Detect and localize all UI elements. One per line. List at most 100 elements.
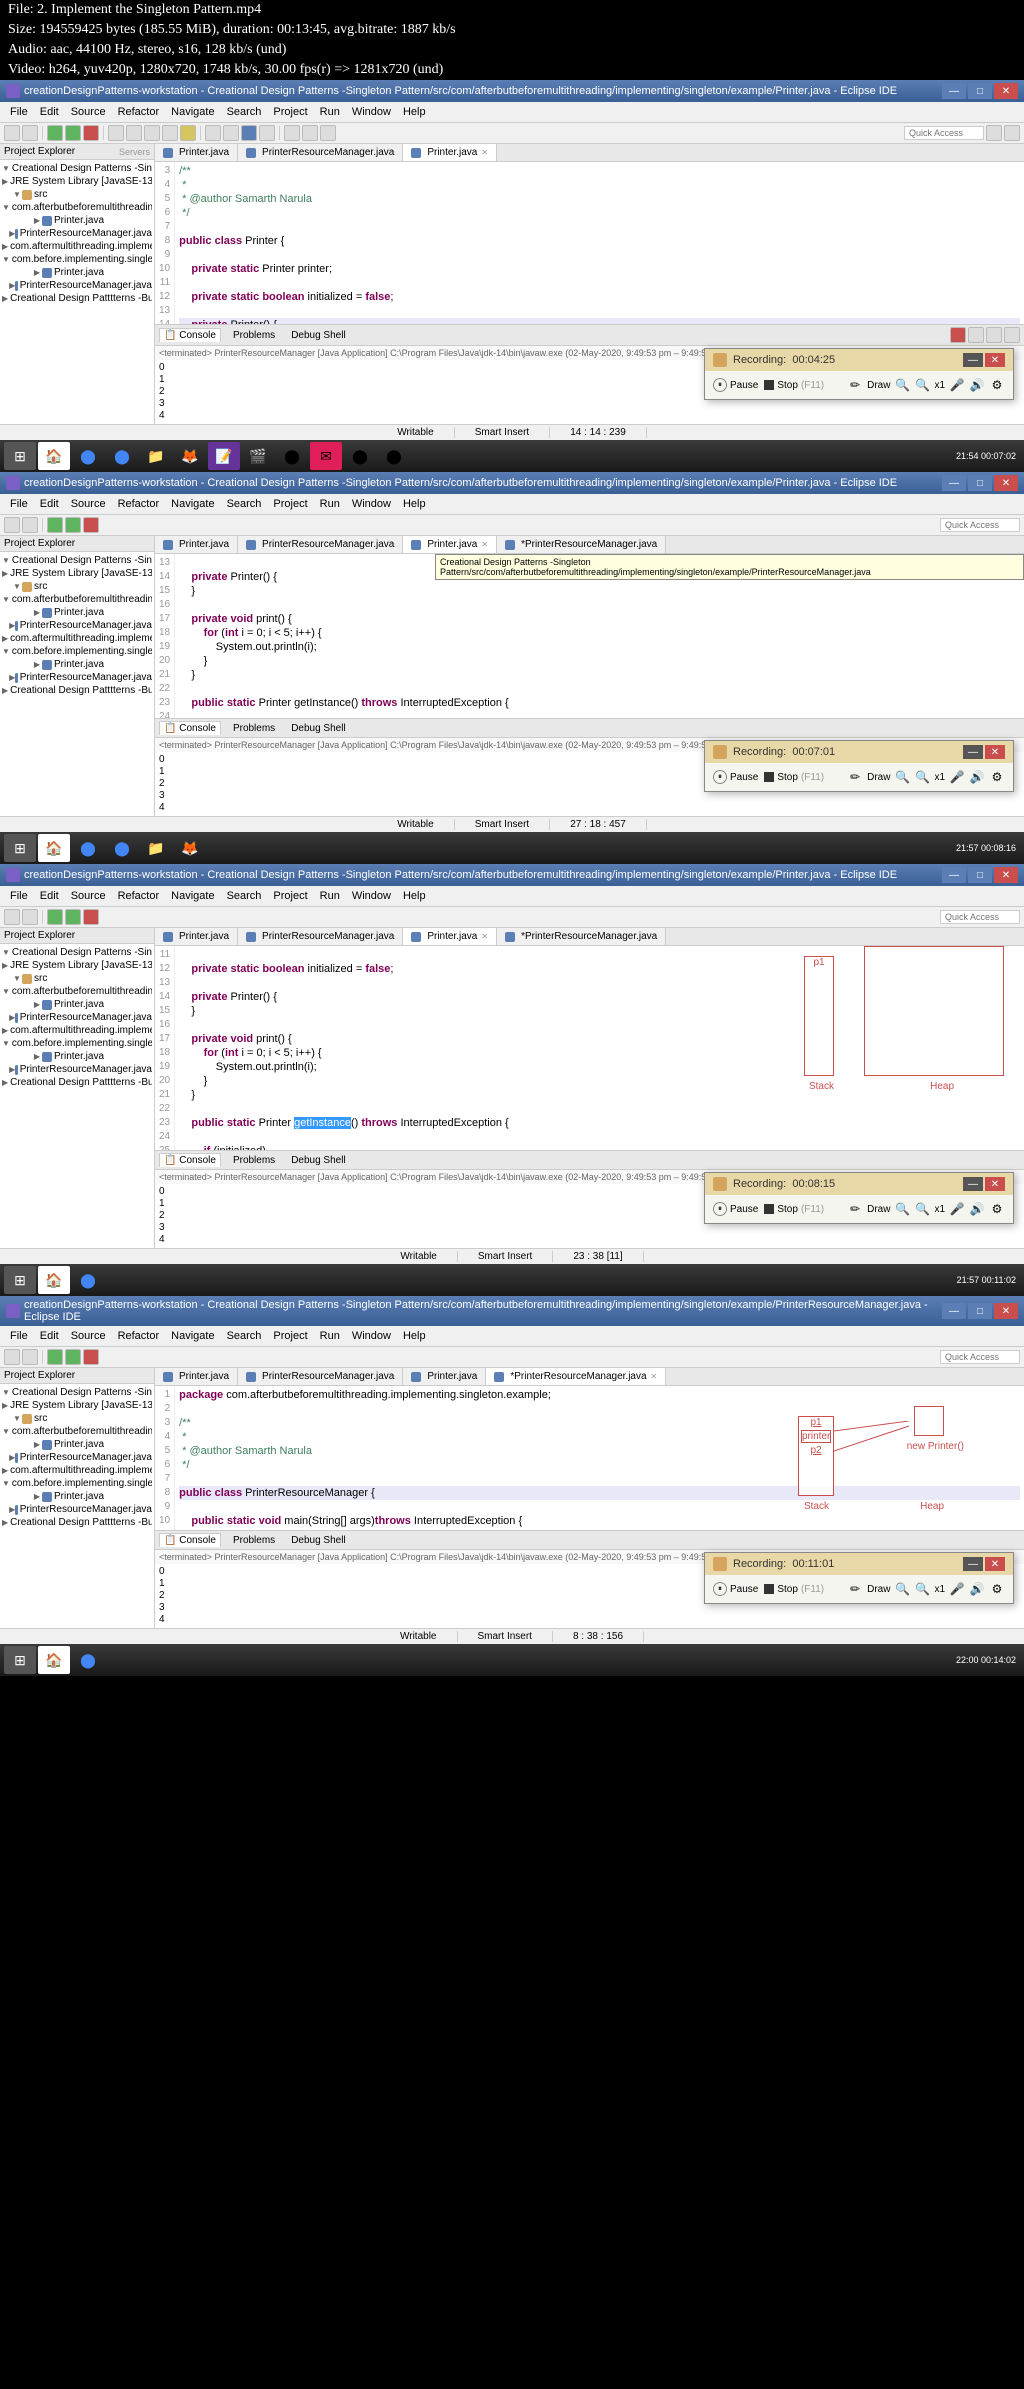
menu-refactor[interactable]: Refactor (112, 1328, 166, 1344)
close-button[interactable]: ✕ (994, 83, 1018, 99)
editor-tab[interactable]: Printer.java (155, 144, 238, 161)
quick-access-input[interactable] (940, 518, 1020, 532)
debug-button[interactable] (65, 125, 81, 141)
maximize-button[interactable]: □ (968, 83, 992, 99)
zoom-out-icon[interactable]: 🔍 (894, 377, 910, 393)
project-tree[interactable]: ▼Creational Design Patterns -Singleton P… (0, 160, 154, 307)
menu-file[interactable]: File (4, 104, 34, 120)
menu-navigate[interactable]: Navigate (165, 1328, 220, 1344)
editor-tab[interactable]: *PrinterResourceManager.java (497, 928, 666, 945)
code-editor[interactable]: 1112131415161718192021222324252627282930… (155, 946, 1024, 1150)
menu-window[interactable]: Window (346, 888, 397, 904)
toolbar-button[interactable] (22, 517, 38, 533)
menu-source[interactable]: Source (65, 496, 112, 512)
editor-tab-active[interactable]: Printer.java✕ (403, 144, 497, 161)
editor-tab[interactable]: Printer.java (155, 928, 238, 945)
console-btn[interactable] (968, 327, 984, 343)
run-button[interactable] (47, 125, 63, 141)
editor-tab[interactable]: Printer.java (155, 536, 238, 553)
editor-tab-active[interactable]: Printer.java✕ (403, 536, 497, 553)
project-tree[interactable]: ▼Creational Design Patterns -Singleton P… (0, 1384, 154, 1531)
menu-window[interactable]: Window (346, 496, 397, 512)
menu-help[interactable]: Help (397, 1328, 432, 1344)
perspective-java[interactable] (986, 125, 1002, 141)
menu-file[interactable]: File (4, 888, 34, 904)
screen-recorder[interactable]: Recording: 00:04:25 — ✕ ⏸Pause Stop (F11… (704, 348, 1014, 400)
screen-recorder[interactable]: Recording: 00:11:01 —✕ ⏸Pause Stop (F11)… (704, 1552, 1014, 1604)
editor-tab[interactable]: PrinterResourceManager.java (238, 1368, 403, 1385)
menu-run[interactable]: Run (314, 888, 346, 904)
menu-refactor[interactable]: Refactor (112, 888, 166, 904)
minimize-button[interactable]: — (942, 1303, 966, 1319)
stop-button[interactable] (83, 125, 99, 141)
menu-navigate[interactable]: Navigate (165, 104, 220, 120)
taskbar[interactable]: ⊞ 🏠 ⬤ ⬤ 📁 🦊 21:57 00:08:16 (0, 832, 1024, 864)
taskbar-item[interactable]: ⬤ (72, 442, 104, 470)
taskbar[interactable]: ⊞ 🏠 ⬤ ⬤ 📁 🦊 📝 🎬 ⬤ ✉ ⬤ ⬤ 21:54 00:07:02 (0, 440, 1024, 472)
close-button[interactable]: ✕ (994, 475, 1018, 491)
project-tree[interactable]: ▼Creational Design Patterns -Singleton P… (0, 552, 154, 699)
menu-edit[interactable]: Edit (34, 888, 65, 904)
taskbar-item[interactable]: 🏠 (38, 442, 70, 470)
taskbar-item[interactable]: ⬤ (106, 442, 138, 470)
maximize-button[interactable]: □ (968, 475, 992, 491)
menu-window[interactable]: Window (346, 104, 397, 120)
close-button[interactable]: ✕ (994, 867, 1018, 883)
menu-project[interactable]: Project (267, 104, 313, 120)
speaker-icon[interactable]: 🔊 (969, 377, 985, 393)
taskbar-item[interactable]: ✉ (310, 442, 342, 470)
tb-btn[interactable] (180, 125, 196, 141)
draw-icon[interactable]: ✏ (847, 377, 863, 393)
menu-refactor[interactable]: Refactor (112, 496, 166, 512)
problems-tab[interactable]: Problems (229, 329, 279, 342)
menu-search[interactable]: Search (221, 888, 268, 904)
menu-search[interactable]: Search (221, 1328, 268, 1344)
tb-btn[interactable] (162, 125, 178, 141)
menu-run[interactable]: Run (314, 1328, 346, 1344)
editor-tab[interactable]: Printer.java (403, 1368, 486, 1385)
debug-shell-tab[interactable]: Debug Shell (287, 329, 349, 342)
tb-btn[interactable] (144, 125, 160, 141)
quick-access-input[interactable] (940, 1350, 1020, 1364)
menu-edit[interactable]: Edit (34, 104, 65, 120)
taskbar-item[interactable]: ⬤ (378, 442, 410, 470)
menu-edit[interactable]: Edit (34, 1328, 65, 1344)
toolbar-button[interactable] (4, 517, 20, 533)
menu-project[interactable]: Project (267, 888, 313, 904)
menu-navigate[interactable]: Navigate (165, 888, 220, 904)
editor-tab[interactable]: PrinterResourceManager.java (238, 144, 403, 161)
code-editor[interactable]: 1314151617181920212223242526272829303132… (155, 554, 1024, 718)
tb-btn[interactable] (284, 125, 300, 141)
menu-search[interactable]: Search (221, 496, 268, 512)
stop-button[interactable]: Stop (F11) (764, 772, 824, 783)
menu-file[interactable]: File (4, 1328, 34, 1344)
menu-run[interactable]: Run (314, 496, 346, 512)
debug-button[interactable] (65, 517, 81, 533)
debug-shell-tab[interactable]: Debug Shell (287, 722, 349, 735)
code-editor[interactable]: 3456789101112131415161718192021/** * * @… (155, 162, 1024, 324)
maximize-button[interactable]: □ (968, 1303, 992, 1319)
editor-tab-active[interactable]: Printer.java✕ (403, 928, 497, 945)
console-btn[interactable] (1004, 327, 1020, 343)
code-editor[interactable]: 1234567891011121314151617package com.aft… (155, 1386, 1024, 1530)
tb-btn[interactable] (320, 125, 336, 141)
menu-help[interactable]: Help (397, 888, 432, 904)
screen-recorder[interactable]: Recording: 00:07:01 —✕ ⏸Pause Stop (F11)… (704, 740, 1014, 792)
editor-tab[interactable]: Printer.java (155, 1368, 238, 1385)
new-button[interactable] (4, 125, 20, 141)
recorder-close[interactable]: ✕ (985, 353, 1005, 367)
taskbar-item[interactable]: ⬤ (276, 442, 308, 470)
menu-project[interactable]: Project (267, 1328, 313, 1344)
minimize-button[interactable]: — (942, 83, 966, 99)
terminate-button[interactable] (950, 327, 966, 343)
taskbar-item[interactable]: 📝 (208, 442, 240, 470)
stop-button[interactable] (83, 517, 99, 533)
menu-edit[interactable]: Edit (34, 496, 65, 512)
zoom-in-icon[interactable]: 🔍 (914, 377, 930, 393)
menu-source[interactable]: Source (65, 888, 112, 904)
run-button[interactable] (47, 517, 63, 533)
console-btn[interactable] (986, 327, 1002, 343)
menu-run[interactable]: Run (314, 104, 346, 120)
tb-btn[interactable] (223, 125, 239, 141)
tb-btn[interactable] (259, 125, 275, 141)
